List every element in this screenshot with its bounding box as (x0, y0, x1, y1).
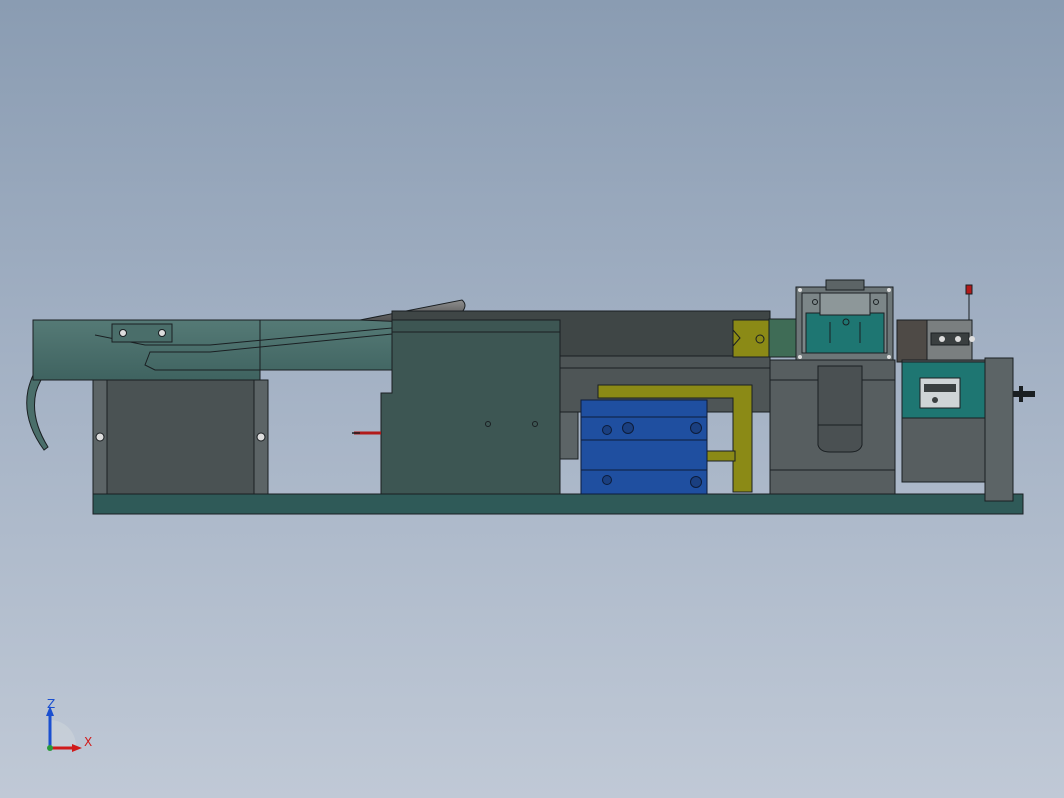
teal-upper-module[interactable] (795, 279, 894, 361)
motor-shaft[interactable] (1013, 386, 1035, 402)
left-support-block[interactable] (92, 379, 269, 495)
bearing-head[interactable] (896, 319, 975, 363)
gray-column-block[interactable] (769, 359, 896, 495)
connector-block[interactable] (559, 411, 579, 460)
base-plate[interactable] (92, 493, 1024, 515)
right-end-post[interactable] (984, 357, 1014, 502)
green-stop-block[interactable] (768, 318, 797, 358)
cad-model-view[interactable] (0, 0, 1064, 798)
olive-rod[interactable] (706, 450, 736, 462)
sensor-marker[interactable] (965, 284, 973, 320)
teal-lower-module[interactable] (901, 359, 986, 483)
rail-slider[interactable] (732, 319, 770, 358)
z-axis-label: Z (47, 698, 55, 711)
pneumatic-cylinder[interactable] (580, 399, 708, 495)
feed-chute[interactable] (32, 319, 393, 381)
main-body-block[interactable] (380, 319, 561, 495)
axis-triad: Z X (46, 698, 92, 752)
x-axis-label: X (84, 735, 92, 749)
graphics-viewport[interactable]: Z X (0, 0, 1064, 798)
